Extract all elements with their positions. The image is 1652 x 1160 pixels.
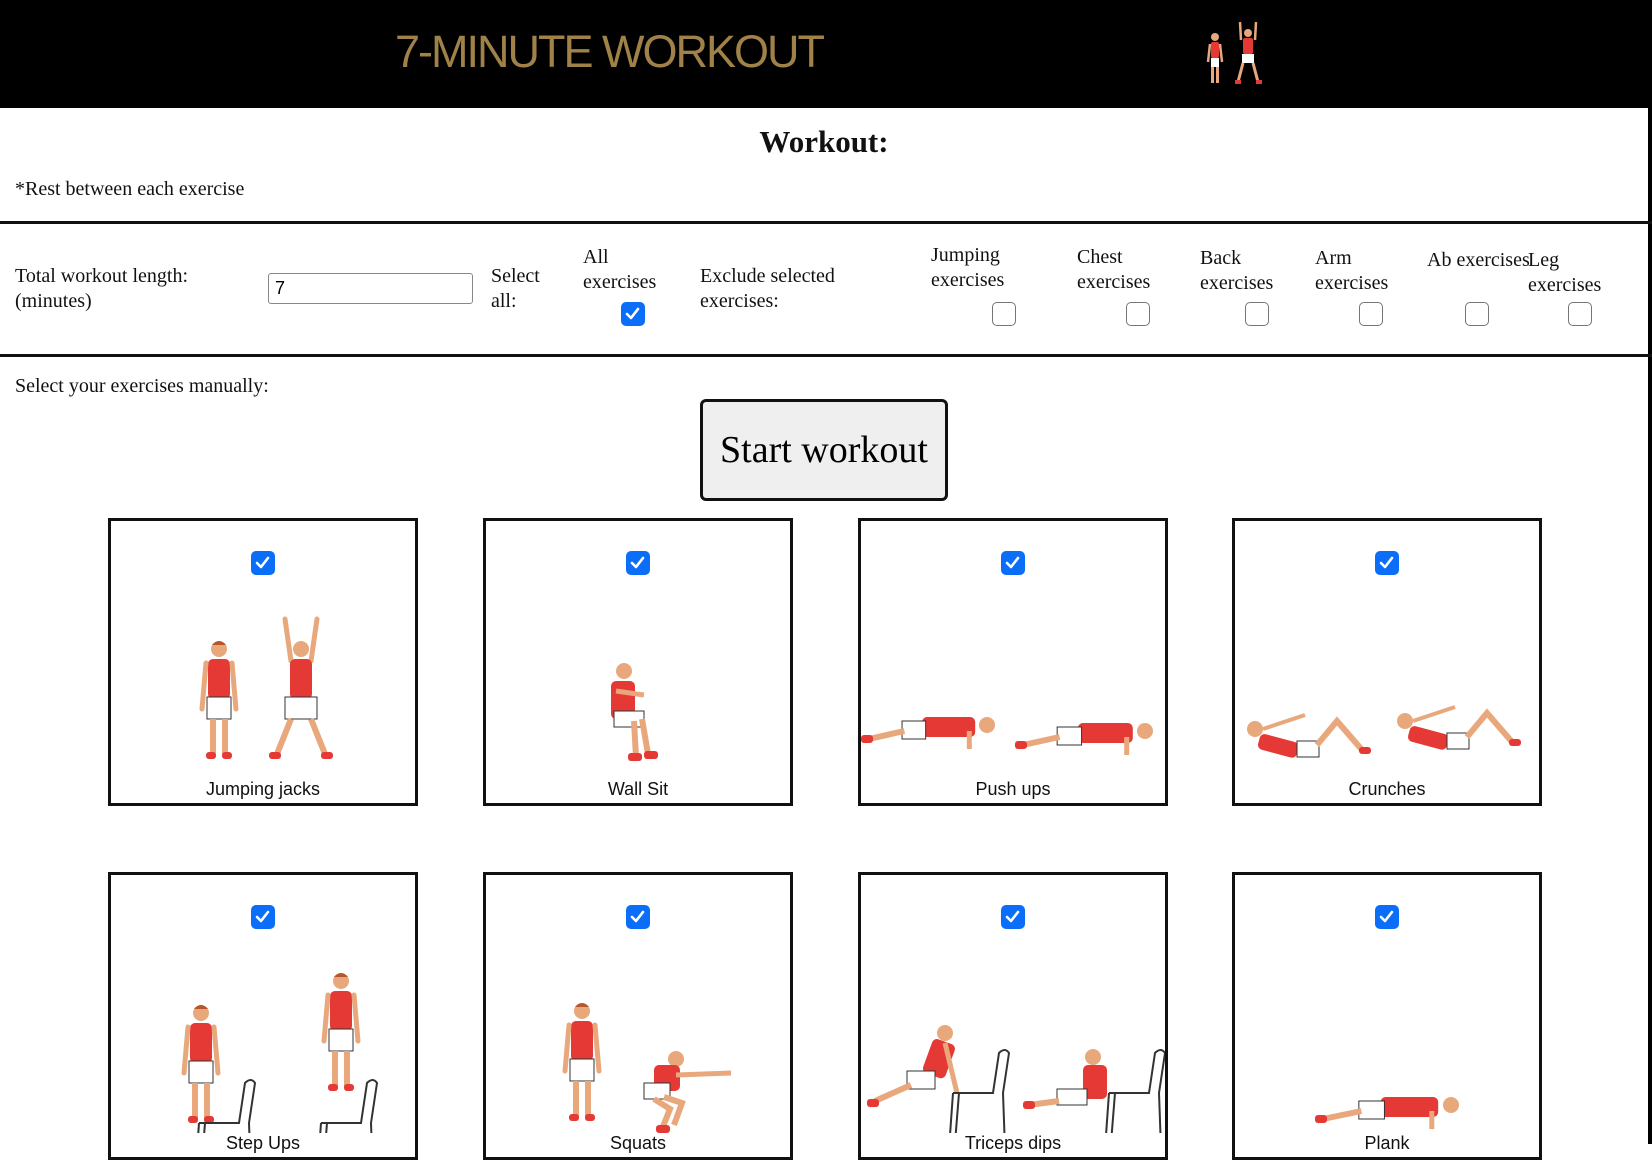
exercise-card[interactable]: Crunches (1232, 518, 1542, 806)
exercise-checkbox[interactable] (251, 905, 275, 929)
category-label: Back exercises (1200, 247, 1274, 294)
exclude-label: Exclude selected exercises: (700, 265, 835, 312)
all-exercises-checkbox[interactable] (621, 302, 645, 326)
exercise-card[interactable]: Squats (483, 872, 793, 1160)
exercise-checkbox[interactable] (626, 551, 650, 575)
push-ups-icon (861, 717, 1153, 755)
rest-note: *Rest between each exercise (15, 178, 245, 200)
all-exercises-label: All exercises (583, 246, 657, 293)
length-input[interactable] (268, 273, 473, 304)
exclude-category-checkbox[interactable] (1465, 302, 1489, 326)
triceps-dips-icon (867, 1025, 1165, 1133)
step-ups-icon (181, 973, 379, 1133)
category-label: Ab exercises (1427, 249, 1530, 271)
exercise-card[interactable]: Jumping jacks (108, 518, 418, 806)
exercise-checkbox[interactable] (626, 905, 650, 929)
exercise-checkbox[interactable] (1375, 905, 1399, 929)
exclude-category-checkbox[interactable] (1568, 302, 1592, 326)
exercise-checkbox[interactable] (1001, 551, 1025, 575)
exercise-card[interactable]: Triceps dips (858, 872, 1168, 1160)
wall-sit-icon (611, 663, 658, 761)
exercise-name: Crunches (1348, 779, 1426, 799)
select-all-label: Select all: (491, 265, 540, 312)
exclude-category-checkbox[interactable] (1126, 302, 1150, 326)
exercise-card[interactable]: Wall Sit (483, 518, 793, 806)
category-label: Chest exercises (1077, 246, 1151, 293)
workout-heading: Workout: (759, 124, 889, 159)
page-border (1648, 108, 1652, 1144)
exercise-name: Wall Sit (607, 779, 669, 799)
divider (0, 354, 1652, 357)
exercise-card[interactable]: Plank (1232, 872, 1542, 1160)
divider (0, 221, 1652, 224)
category-label: Arm exercises (1315, 247, 1389, 294)
plank-icon (1315, 1097, 1459, 1129)
exercise-checkbox[interactable] (1001, 905, 1025, 929)
exercise-checkbox[interactable] (251, 551, 275, 575)
app-title: 7-MINUTE WORKOUT (395, 26, 825, 77)
length-label: Total workout length: (minutes) (15, 265, 189, 312)
jumping-figures-icon (1206, 21, 1262, 84)
exercise-name: Jumping jacks (205, 779, 321, 799)
header-bar: 7-MINUTE WORKOUT (0, 0, 1652, 108)
crunches-icon (1247, 705, 1521, 758)
exclude-category-checkbox[interactable] (1245, 302, 1269, 326)
category-label: Leg exercises (1528, 249, 1602, 296)
exercise-card[interactable]: Push ups (858, 518, 1168, 806)
squats-icon (562, 1003, 732, 1133)
exercise-name: Push ups (975, 779, 1051, 799)
exclude-category-checkbox[interactable] (1359, 302, 1383, 326)
exercise-card[interactable]: Step Ups (108, 872, 418, 1160)
exclude-category-checkbox[interactable] (992, 302, 1016, 326)
exercise-checkbox[interactable] (1375, 551, 1399, 575)
start-workout-button[interactable]: Start workout (700, 399, 948, 501)
category-label: Jumping exercises (931, 244, 1005, 291)
manual-select-label: Select your exercises manually: (15, 375, 269, 397)
jumping-jacks-icon (199, 616, 333, 759)
